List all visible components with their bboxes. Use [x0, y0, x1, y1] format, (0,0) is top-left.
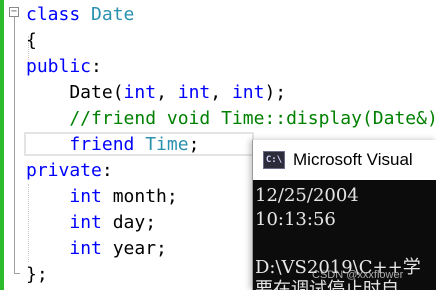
code-token: friend — [69, 134, 146, 155]
code-token: ); — [264, 82, 287, 103]
code-token: }; — [26, 264, 48, 285]
fold-region-line — [14, 17, 15, 274]
code-token: private — [26, 160, 102, 181]
code-token: public — [26, 56, 92, 77]
code-token: year; — [101, 238, 167, 259]
code-token: : — [101, 160, 113, 181]
code-line: public: — [26, 54, 102, 80]
code-token: int — [177, 82, 211, 103]
code-line: { — [26, 28, 37, 54]
code-token: Date( — [26, 82, 124, 103]
code-token: class — [26, 4, 92, 25]
code-line: }; — [26, 262, 48, 288]
console-output-line: 12/25/2004 — [255, 185, 359, 206]
console-title: Microsoft Visual — [293, 150, 413, 169]
watermark: CSDN @xxxflower — [312, 269, 404, 281]
code-line: int month; — [26, 184, 178, 210]
code-token: //friend void Time::display(Date&); — [26, 108, 436, 129]
code-line: class Date — [26, 2, 134, 28]
code-token: { — [26, 30, 37, 51]
code-line: private: — [26, 158, 113, 184]
console-titlebar[interactable]: C:\ Microsoft Visual — [253, 140, 436, 180]
code-token: int — [69, 238, 102, 259]
console-output-line: 10:13:56 — [255, 209, 336, 230]
code-token: Time — [145, 134, 189, 155]
code-line: Date(int, int, int); — [26, 80, 286, 106]
code-line: int year; — [26, 236, 167, 262]
code-token: int — [231, 82, 265, 103]
code-token: ; — [188, 134, 200, 155]
collapse-icon[interactable]: − — [9, 7, 19, 17]
code-token: : — [91, 56, 102, 77]
code-line: int day; — [26, 210, 156, 236]
code-token: day; — [101, 212, 157, 233]
code-token: , — [210, 82, 232, 103]
code-line: //friend void Time::display(Date&); — [26, 106, 436, 132]
code-token: month; — [101, 186, 178, 207]
fold-region-end — [14, 273, 20, 274]
code-token: Date — [91, 4, 135, 25]
console-app-icon: C:\ — [263, 151, 285, 169]
gutter — [4, 0, 10, 290]
code-line: friend Time; — [26, 132, 199, 158]
code-token: , — [156, 82, 178, 103]
code-token: int — [69, 212, 102, 233]
code-token: int — [69, 186, 102, 207]
code-token: int — [123, 82, 157, 103]
